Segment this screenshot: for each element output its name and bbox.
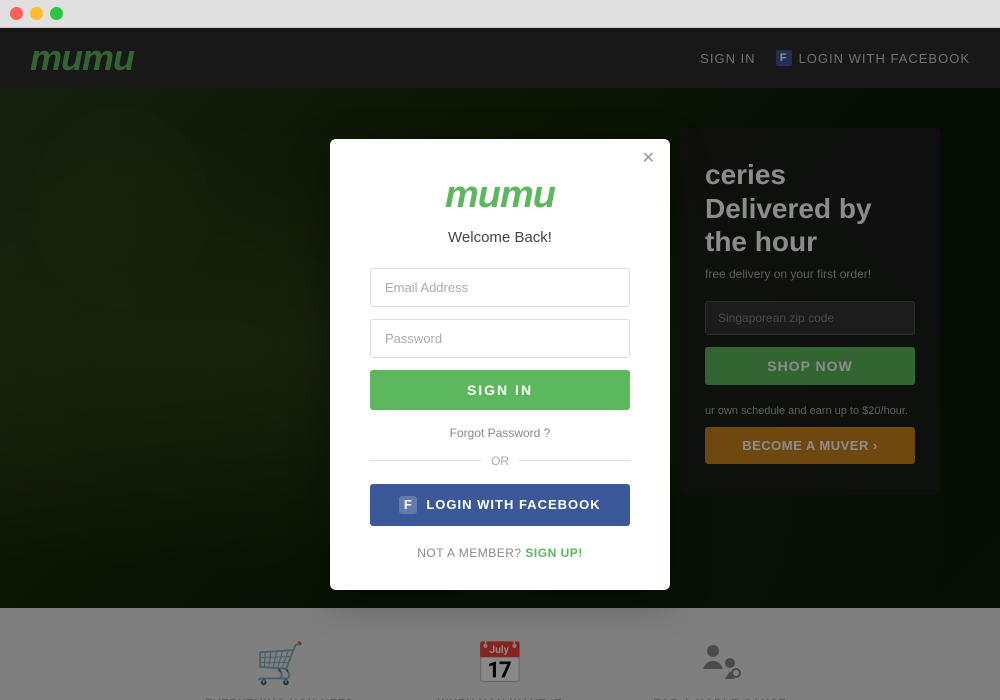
app-container: mumu SIGN IN f LOGIN WITH FACEBOOK cerie…	[0, 28, 1000, 700]
fb-btn-label: LOGIN WITH FACEBOOK	[426, 497, 600, 512]
modal-overlay[interactable]: ✕ mumu Welcome Back! SIGN IN Forgot Pass…	[0, 28, 1000, 700]
divider-line-left	[370, 460, 481, 461]
minimize-dot[interactable]	[30, 7, 43, 20]
login-modal: ✕ mumu Welcome Back! SIGN IN Forgot Pass…	[330, 139, 670, 590]
email-input[interactable]	[370, 268, 630, 307]
window-chrome	[0, 0, 1000, 28]
facebook-icon: f	[399, 496, 417, 514]
modal-close-button[interactable]: ✕	[642, 151, 655, 167]
facebook-login-button[interactable]: f LOGIN WITH FACEBOOK	[370, 484, 630, 526]
modal-logo: mumu	[370, 174, 630, 217]
modal-divider: OR	[370, 454, 630, 468]
signup-prompt: NOT A MEMBER? SIGN UP!	[370, 546, 630, 560]
forgot-password-link[interactable]: Forgot Password ?	[370, 426, 630, 440]
password-input[interactable]	[370, 319, 630, 358]
divider-line-right	[519, 460, 630, 461]
close-dot[interactable]	[10, 7, 23, 20]
divider-text: OR	[491, 454, 509, 468]
maximize-dot[interactable]	[50, 7, 63, 20]
signin-button[interactable]: SIGN IN	[370, 370, 630, 410]
not-member-text: NOT A MEMBER?	[417, 546, 521, 560]
signup-link[interactable]: SIGN UP!	[525, 546, 582, 560]
modal-welcome-text: Welcome Back!	[370, 229, 630, 246]
